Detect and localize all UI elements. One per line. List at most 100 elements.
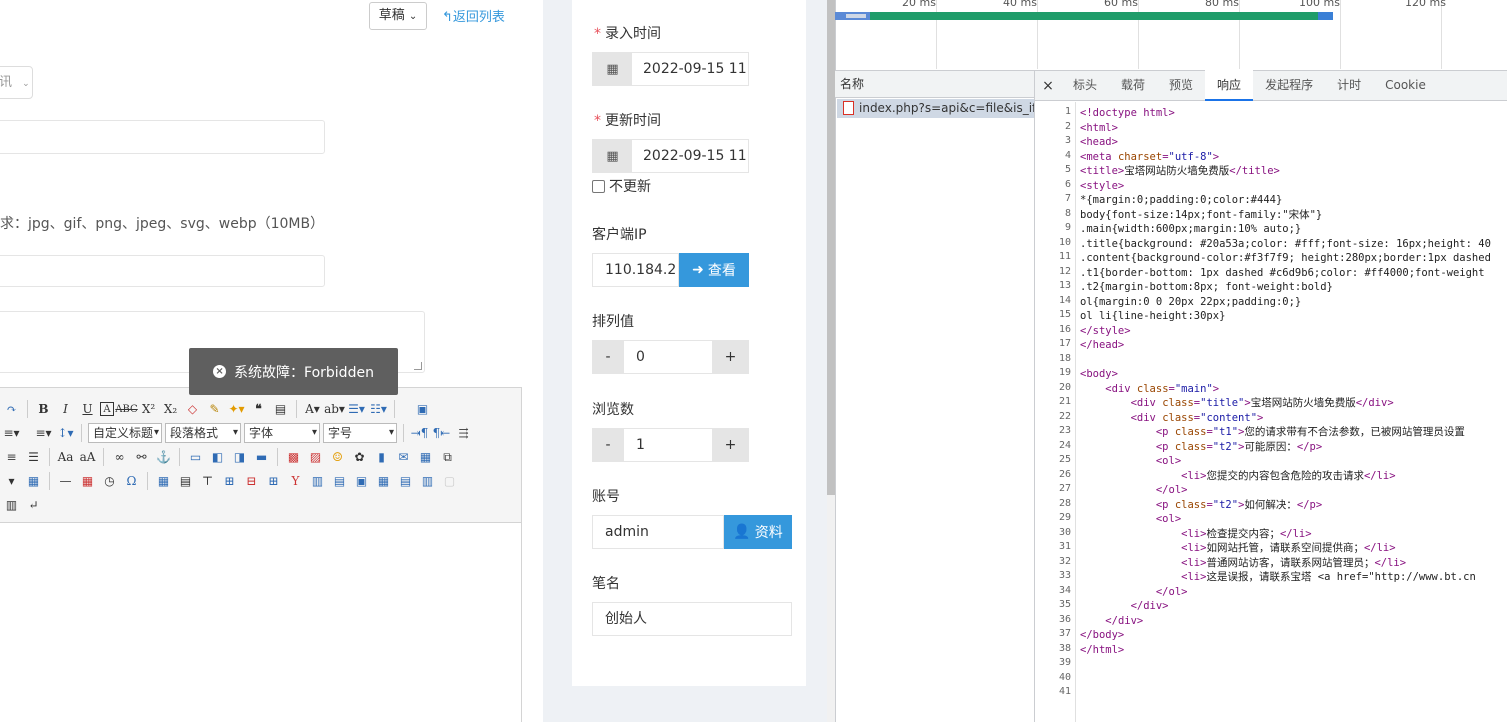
sort-decrement-button[interactable]: - bbox=[592, 340, 624, 374]
horizontal-rule-icon[interactable]: — bbox=[56, 472, 75, 490]
rtl-icon[interactable]: ¶⇤ bbox=[432, 424, 451, 442]
split-cols-icon[interactable]: ▥ bbox=[418, 472, 437, 490]
auto-format-icon[interactable]: ✦▾ bbox=[227, 400, 246, 418]
delete-table-icon[interactable]: ▤ bbox=[176, 472, 195, 490]
view-ip-button[interactable]: ➜ 查看 bbox=[679, 253, 749, 287]
custom-heading-dropdown[interactable]: 自定义标题 bbox=[88, 423, 162, 443]
merge-down-icon[interactable]: ▣ bbox=[352, 472, 371, 490]
italic-icon[interactable]: I bbox=[56, 400, 75, 418]
special-char-icon[interactable]: Ω bbox=[122, 472, 141, 490]
template-icon[interactable]: ▦ bbox=[24, 472, 43, 490]
tab-payload[interactable]: 载荷 bbox=[1109, 71, 1157, 100]
insert-paragraph-before-table-icon[interactable]: ⊤ bbox=[198, 472, 217, 490]
align-right-icon[interactable]: ≡ bbox=[2, 448, 21, 466]
subscript-icon[interactable]: X₂ bbox=[161, 400, 180, 418]
delete-col-icon[interactable]: Y bbox=[286, 472, 305, 490]
views-decrement-button[interactable]: - bbox=[592, 428, 624, 462]
no-update-checkbox[interactable] bbox=[592, 180, 605, 193]
client-ip-input[interactable]: 110.184.2 bbox=[592, 253, 679, 287]
profile-button[interactable]: 👤 资料 bbox=[724, 515, 792, 549]
merge-cells-icon[interactable]: ▥ bbox=[308, 472, 327, 490]
delete-row-icon[interactable]: ⊟ bbox=[242, 472, 261, 490]
insert-frame-icon[interactable]: ⧉ bbox=[438, 448, 457, 466]
page-break-icon[interactable]: ▾ bbox=[2, 472, 21, 490]
name-column-header[interactable]: 名称 bbox=[835, 70, 1035, 98]
paste-plain-icon[interactable]: ▤ bbox=[271, 400, 290, 418]
insert-col-icon[interactable]: ⊞ bbox=[264, 472, 283, 490]
print-icon[interactable]: ▢ bbox=[440, 472, 459, 490]
unlink-icon[interactable]: ⚯ bbox=[132, 448, 151, 466]
font-color-icon[interactable]: A▾ bbox=[303, 400, 322, 418]
text-input-1[interactable] bbox=[0, 120, 325, 154]
tab-initiator[interactable]: 发起程序 bbox=[1253, 71, 1325, 100]
anchor-icon[interactable]: ⚓ bbox=[154, 448, 173, 466]
sort-increment-button[interactable]: + bbox=[712, 340, 749, 374]
insert-table-icon[interactable]: ▦ bbox=[154, 472, 173, 490]
tab-timing[interactable]: 计时 bbox=[1325, 71, 1373, 100]
no-update-checkbox-row[interactable]: 不更新 bbox=[592, 176, 651, 196]
account-input[interactable]: admin bbox=[592, 515, 724, 549]
underline-icon[interactable]: U bbox=[78, 400, 97, 418]
category-select[interactable]: 讯 ⌄ bbox=[0, 66, 33, 99]
fullscreen-icon[interactable]: ▣ bbox=[413, 400, 432, 418]
format-painter-icon[interactable]: ✎ bbox=[205, 400, 224, 418]
sort-input[interactable]: 0 bbox=[624, 340, 712, 374]
eraser-icon[interactable]: ◇ bbox=[183, 400, 202, 418]
split-cells-icon[interactable]: ▦ bbox=[374, 472, 393, 490]
back-to-list-link[interactable]: ↰返回列表 bbox=[442, 6, 505, 25]
line-height-icon[interactable]: ↕▾ bbox=[56, 424, 75, 442]
network-timeline[interactable]: 20 ms 40 ms 60 ms 80 ms 100 ms 120 ms bbox=[835, 0, 1507, 70]
bold-icon[interactable]: B bbox=[34, 400, 53, 418]
image-center-icon[interactable]: ▬ bbox=[252, 448, 271, 466]
ordered-list-icon[interactable]: ☰▾ bbox=[347, 400, 366, 418]
editor-content-area[interactable] bbox=[0, 523, 522, 722]
row-spacing-top-icon[interactable]: ≡▾ bbox=[2, 424, 21, 442]
indent-icon[interactable]: ⇶ bbox=[454, 424, 473, 442]
align-justify-icon[interactable]: ☰ bbox=[24, 448, 43, 466]
draft-status-dropdown[interactable]: 草稿 ⌄ bbox=[369, 2, 427, 30]
merge-right-icon[interactable]: ▤ bbox=[330, 472, 349, 490]
text-input-2[interactable] bbox=[0, 255, 325, 287]
entry-time-field[interactable]: ▦ 2022-09-15 11: bbox=[592, 52, 749, 86]
insert-row-icon[interactable]: ⊞ bbox=[220, 472, 239, 490]
image-none-icon[interactable]: ▭ bbox=[186, 448, 205, 466]
strikethrough-icon[interactable]: ABC bbox=[115, 400, 137, 418]
insert-image-icon[interactable]: ▩ bbox=[284, 448, 303, 466]
to-uppercase-icon[interactable]: Aa bbox=[56, 448, 75, 466]
link-icon[interactable]: ∞ bbox=[110, 448, 129, 466]
update-time-field[interactable]: ▦ 2022-09-15 11: bbox=[592, 139, 749, 173]
views-input[interactable]: 1 bbox=[624, 428, 712, 462]
multi-image-icon[interactable]: ▨ bbox=[306, 448, 325, 466]
insert-video-icon[interactable]: ▮ bbox=[372, 448, 391, 466]
scrawl-icon[interactable]: ✿ bbox=[350, 448, 369, 466]
row-spacing-bottom-icon[interactable]: ≡▾ bbox=[34, 424, 53, 442]
date-icon[interactable]: ▦ bbox=[78, 472, 97, 490]
time-icon[interactable]: ◷ bbox=[100, 472, 119, 490]
request-row[interactable]: index.php?s=api&c=file&is_ifr... bbox=[837, 99, 1034, 118]
ltr-icon[interactable]: ⇥¶ bbox=[410, 424, 429, 442]
font-size-dropdown[interactable]: 字号 bbox=[323, 423, 397, 443]
split-rows-icon[interactable]: ▤ bbox=[396, 472, 415, 490]
image-left-icon[interactable]: ◧ bbox=[208, 448, 227, 466]
tab-preview[interactable]: 预览 bbox=[1157, 71, 1205, 100]
emotion-icon[interactable]: ☺ bbox=[328, 448, 347, 466]
paragraph-format-dropdown[interactable]: 段落格式 bbox=[165, 423, 241, 443]
preview-icon[interactable]: ▥ bbox=[2, 496, 21, 514]
to-lowercase-icon[interactable]: aA bbox=[78, 448, 97, 466]
tab-headers[interactable]: 标头 bbox=[1061, 71, 1109, 100]
highlight-icon[interactable]: ab▾ bbox=[324, 400, 345, 418]
author-input[interactable]: 创始人 bbox=[592, 602, 792, 636]
image-right-icon[interactable]: ◨ bbox=[230, 448, 249, 466]
response-code-view[interactable]: <!doctype html> <html> <head> <meta charset… bbox=[1080, 106, 1507, 722]
unordered-list-icon[interactable]: ☷▾ bbox=[369, 400, 388, 418]
font-border-icon[interactable]: A bbox=[100, 402, 114, 416]
close-icon[interactable]: × bbox=[1035, 78, 1061, 94]
superscript-icon[interactable]: X² bbox=[139, 400, 158, 418]
font-family-dropdown[interactable]: 字体 bbox=[244, 423, 320, 443]
attachment-icon[interactable]: ✉ bbox=[394, 448, 413, 466]
tab-cookie[interactable]: Cookie bbox=[1373, 71, 1438, 100]
views-increment-button[interactable]: + bbox=[712, 428, 749, 462]
blockquote-icon[interactable]: ❝ bbox=[249, 400, 268, 418]
page-scrollbar-thumb[interactable] bbox=[827, 0, 835, 495]
redo-icon[interactable]: ↷ bbox=[2, 400, 21, 418]
